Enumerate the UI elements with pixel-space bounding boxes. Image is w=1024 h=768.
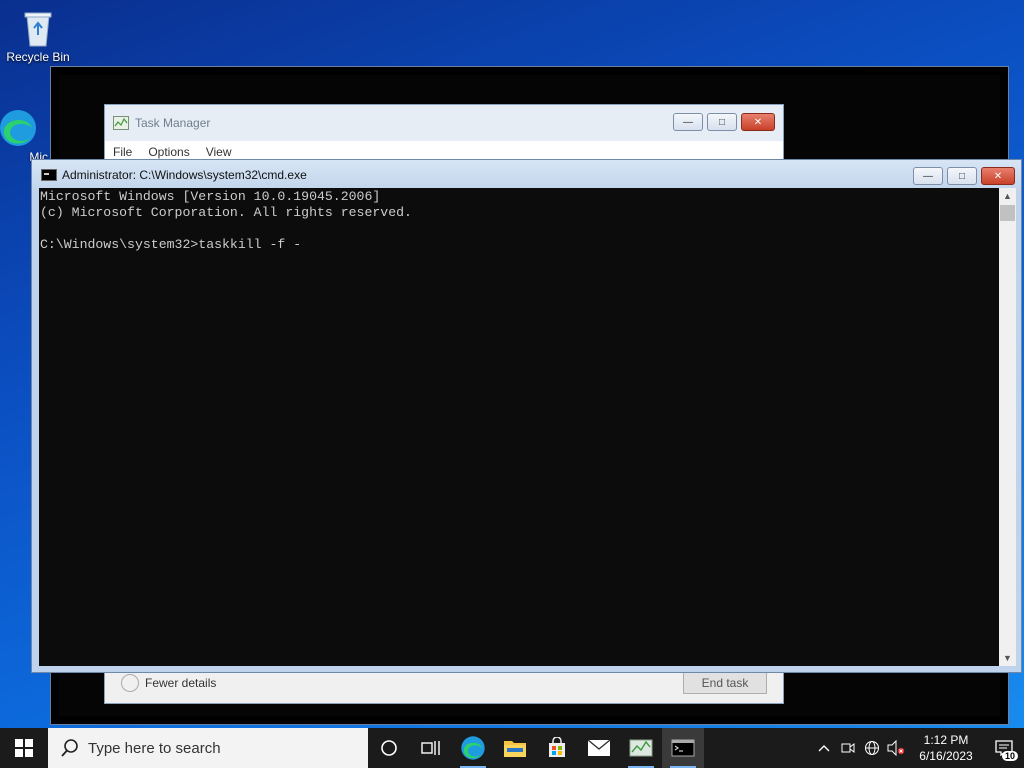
cmd-titlebar[interactable]: Administrator: C:\Windows\system32\cmd.e… [32,160,1021,190]
edge-icon [461,736,485,760]
task-view-button[interactable] [410,728,452,768]
close-button[interactable]: ✕ [741,113,775,131]
store-bag-icon [549,737,565,757]
network-globe-icon[interactable] [860,728,884,768]
recycle-bin-icon[interactable]: Recycle Bin [3,8,73,64]
cmd-close-button[interactable]: ✕ [981,167,1015,185]
cmd-icon [41,169,57,181]
menu-options[interactable]: Options [148,145,189,159]
edge-icon [0,108,38,148]
taskbar-mail-button[interactable] [578,728,620,768]
fewer-details-toggle[interactable]: Fewer details [121,674,216,692]
taskbar-cmd-button[interactable] [662,728,704,768]
system-tray: 1:12 PM 6/16/2023 10 [812,728,1024,768]
search-placeholder: Type here to search [88,739,221,757]
clock-date: 6/16/2023 [919,749,973,763]
task-view-icon [421,741,440,755]
cmd-maximize-button[interactable]: □ [947,167,977,185]
console-output[interactable]: Microsoft Windows [Version 10.0.19045.20… [39,188,1001,666]
cortana-button[interactable] [368,728,410,768]
menu-view[interactable]: View [206,145,232,159]
maximize-button[interactable]: □ [707,113,737,131]
fewer-details-label: Fewer details [145,676,217,690]
menu-file[interactable]: File [113,145,132,159]
taskbar: Type here to search 1:12 PM 6/16/2023 10 [0,728,1024,768]
task-manager-icon [629,739,653,757]
taskbar-file-explorer-button[interactable] [494,728,536,768]
chevron-up-icon [121,674,139,692]
taskbar-task-manager-button[interactable] [620,728,662,768]
scroll-up-arrow-icon[interactable]: ▲ [999,188,1016,204]
taskbar-clock[interactable]: 1:12 PM 6/16/2023 [908,732,984,764]
cortana-circle-icon [381,740,397,756]
console-scrollbar[interactable]: ▲ ▼ [999,188,1016,666]
task-manager-title: Task Manager [135,116,211,130]
recycle-bin-label: Recycle Bin [6,50,70,64]
task-manager-icon [113,116,129,130]
scroll-thumb[interactable] [1000,205,1015,221]
meet-now-camera-icon[interactable] [836,728,860,768]
cmd-minimize-button[interactable]: — [913,167,943,185]
start-button[interactable] [0,728,48,768]
taskbar-store-button[interactable] [536,728,578,768]
end-task-button[interactable]: End task [683,672,767,694]
mail-envelope-icon [587,739,611,756]
cmd-window[interactable]: Administrator: C:\Windows\system32\cmd.e… [31,159,1022,673]
notification-center-button[interactable]: 10 [984,728,1024,768]
taskbar-edge-button[interactable] [452,728,494,768]
scroll-down-arrow-icon[interactable]: ▼ [999,650,1016,666]
notification-count-badge: 10 [1001,751,1018,761]
windows-logo-icon [15,739,33,757]
console-line: Microsoft Windows [Version 10.0.19045.20… [40,189,381,204]
minimize-button[interactable]: — [673,113,703,131]
cmd-title: Administrator: C:\Windows\system32\cmd.e… [62,168,307,182]
task-manager-caption-buttons: — □ ✕ [669,113,775,131]
clock-time: 1:12 PM [923,733,969,747]
recycle-bin-glyph [18,8,58,48]
show-hidden-icons-chevron-up-icon[interactable] [812,728,836,768]
cmd-caption-buttons: — □ ✕ [909,167,1015,185]
command-prompt-icon [671,739,695,757]
console-prompt-line: C:\Windows\system32>taskkill -f - [40,237,302,252]
volume-muted-icon[interactable] [884,728,908,768]
console-line: (c) Microsoft Corporation. All rights re… [40,205,412,220]
taskbar-search-box[interactable]: Type here to search [48,728,368,768]
search-icon [61,739,78,757]
folder-icon [504,741,526,757]
